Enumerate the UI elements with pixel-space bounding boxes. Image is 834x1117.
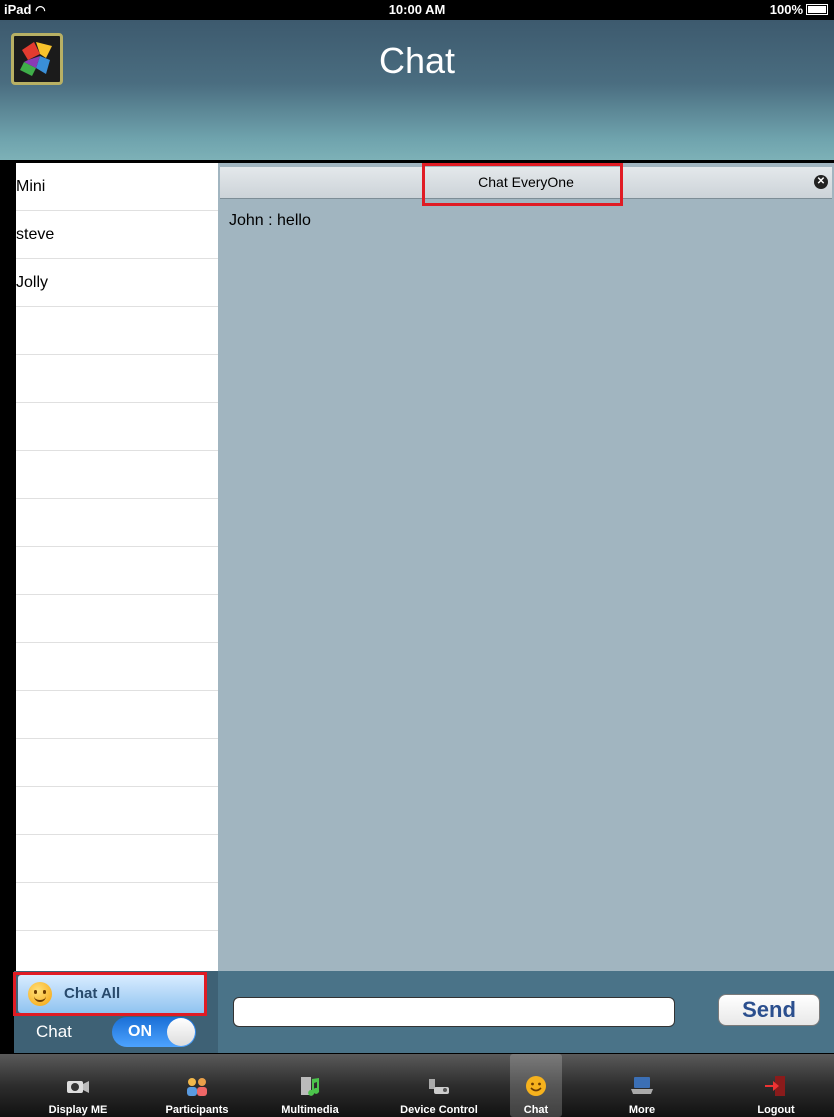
battery-status: 100% <box>770 2 828 17</box>
chat-toggle-label: Chat <box>36 1022 72 1041</box>
tab-label: Chat <box>523 1104 549 1116</box>
tab-chat[interactable]: Chat <box>510 1054 562 1117</box>
participants-list: Mini steve Jolly <box>14 163 220 979</box>
close-icon[interactable]: ✕ <box>814 175 828 189</box>
page-title: Chat <box>378 40 456 81</box>
battery-percent: 100% <box>769 2 803 17</box>
chat-header-highlight <box>422 163 623 206</box>
participant-row <box>16 307 218 355</box>
participant-row <box>16 739 218 787</box>
chat-all-highlight <box>13 972 207 1016</box>
toggle-state: ON <box>128 1023 152 1040</box>
chat-message: John : hello <box>229 212 311 229</box>
tab-display-me[interactable]: Display ME <box>40 1054 116 1117</box>
multimedia-icon <box>301 1077 320 1096</box>
participant-row <box>16 355 218 403</box>
participant-row <box>16 787 218 835</box>
participant-row <box>16 691 218 739</box>
chat-area <box>218 163 834 971</box>
tab-device-control[interactable]: Device Control <box>386 1054 492 1117</box>
battery-icon <box>806 4 828 15</box>
toggle-knob[interactable] <box>167 1018 195 1046</box>
tab-label: Multimedia <box>281 1104 339 1116</box>
navigation-bar: Chat <box>0 20 834 160</box>
chat-toggle-switch[interactable]: ON <box>112 1017 196 1047</box>
tab-bar: Display ME Participants Multimedia Devic… <box>0 1053 834 1117</box>
participants-icon <box>187 1078 207 1096</box>
tab-logout[interactable]: Logout <box>738 1054 814 1117</box>
device-control-icon <box>429 1079 449 1094</box>
tab-label: More <box>628 1104 656 1116</box>
tab-label: Display ME <box>48 1104 108 1116</box>
participant-row <box>16 451 218 499</box>
participant-row[interactable]: steve <box>16 211 218 259</box>
participant-row <box>16 643 218 691</box>
camera-icon <box>67 1081 89 1093</box>
status-bar: iPad ◠ 10:00 AM 100% <box>0 0 834 20</box>
participant-row <box>16 883 218 931</box>
participant-row <box>16 835 218 883</box>
clock: 10:00 AM <box>388 2 446 17</box>
send-button[interactable]: Send <box>718 994 820 1026</box>
participant-row[interactable]: Jolly <box>16 259 218 307</box>
tab-multimedia[interactable]: Multimedia <box>270 1054 350 1117</box>
participant-row[interactable]: Mini <box>16 163 218 211</box>
chat-smiley-icon <box>526 1076 546 1096</box>
tab-more[interactable]: More <box>612 1054 672 1117</box>
participant-row <box>16 403 218 451</box>
participant-row <box>16 499 218 547</box>
participant-row <box>16 595 218 643</box>
more-laptop-icon <box>631 1077 653 1094</box>
tab-label: Device Control <box>400 1104 478 1116</box>
participant-row <box>16 547 218 595</box>
tab-label: Logout <box>757 1104 795 1116</box>
message-input[interactable] <box>233 997 675 1027</box>
tab-participants[interactable]: Participants <box>156 1054 238 1117</box>
logout-door-icon <box>765 1076 785 1096</box>
tab-label: Participants <box>165 1104 229 1116</box>
